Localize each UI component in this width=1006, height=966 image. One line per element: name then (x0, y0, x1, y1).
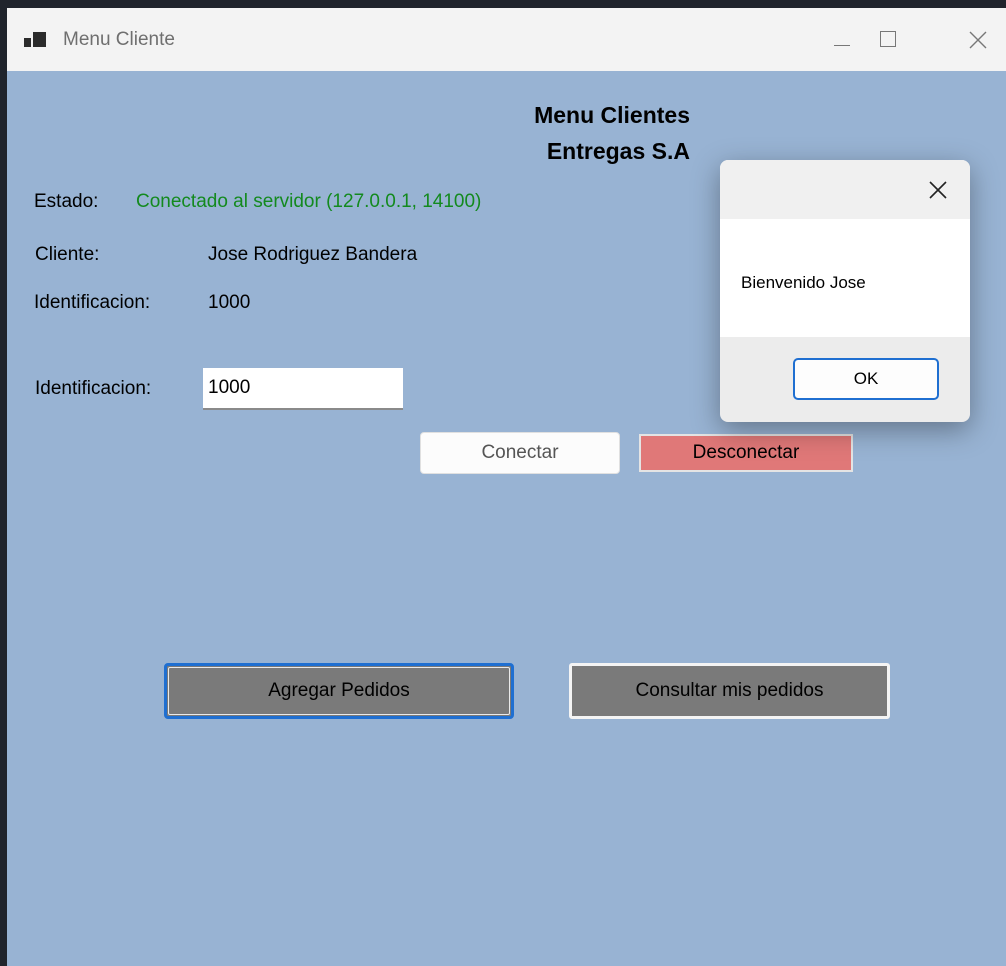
header-title: Menu Clientes (534, 102, 690, 128)
view-orders-button[interactable]: Consultar mis pedidos (569, 663, 890, 719)
close-icon (929, 181, 947, 199)
dialog-message: Bienvenido Jose (741, 273, 866, 292)
app-window: Menu Cliente Menu Clientes Entregas S.A … (7, 8, 1006, 966)
id-input-label: Identificacion: (35, 378, 152, 399)
client-id-value: 1000 (208, 292, 251, 313)
dialog-body: Bienvenido Jose (720, 219, 970, 337)
header-company: Entregas S.A (546, 138, 690, 164)
client-id-label: Identificacion: (34, 292, 151, 313)
minimize-icon (834, 45, 850, 46)
window-title: Menu Cliente (63, 29, 175, 50)
connect-button[interactable]: Conectar (420, 432, 620, 474)
status-label: Estado: (34, 191, 99, 212)
disconnect-button[interactable]: Desconectar (639, 434, 853, 472)
client-name-label: Cliente: (35, 244, 100, 265)
add-orders-button[interactable]: Agregar Pedidos (164, 663, 514, 719)
close-icon (969, 31, 987, 49)
maximize-button[interactable] (859, 8, 917, 71)
title-bar[interactable]: Menu Cliente (7, 8, 1006, 71)
client-name-value: Jose Rodriguez Bandera (208, 244, 418, 265)
close-button[interactable] (948, 8, 1006, 71)
id-input[interactable] (203, 368, 403, 410)
dialog-ok-button[interactable]: OK (793, 358, 939, 400)
status-value: Conectado al servidor (127.0.0.1, 14100) (136, 191, 482, 212)
welcome-dialog: Bienvenido Jose OK (720, 160, 970, 422)
maximize-icon (880, 31, 896, 47)
dialog-close-button[interactable] (918, 172, 958, 208)
app-icon (24, 32, 46, 48)
